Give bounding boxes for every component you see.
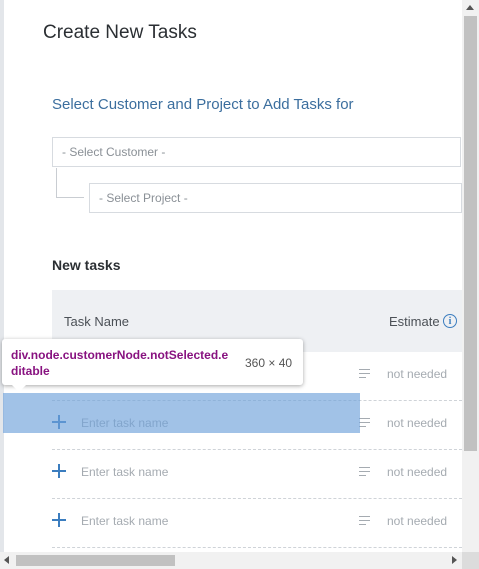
dialog-title: Create New Tasks (43, 22, 197, 43)
vertical-scrollbar[interactable] (462, 0, 479, 552)
estimate-value: not needed (387, 367, 448, 381)
inspector-selector: div.node.customerNode.notSelected.editab… (11, 348, 229, 378)
horizontal-scroll-thumb[interactable] (16, 555, 175, 566)
new-tasks-heading: New tasks (52, 257, 121, 273)
inspector-tooltip: div.node.customerNode.notSelected.editab… (2, 339, 303, 392)
customer-select-label: - Select Customer - (62, 145, 166, 159)
info-icon[interactable]: i (443, 314, 457, 328)
vertical-scroll-thumb[interactable] (464, 16, 477, 451)
column-task-name: Task Name (64, 314, 130, 329)
plus-icon[interactable] (52, 464, 66, 478)
scrollbar-corner (462, 552, 479, 569)
lines-icon[interactable] (359, 516, 370, 525)
lines-icon[interactable] (359, 369, 370, 378)
estimate-value: not needed (387, 514, 448, 528)
task-row: not needed (52, 450, 462, 499)
plus-icon[interactable] (52, 513, 66, 527)
scroll-left-icon[interactable] (4, 556, 9, 564)
scroll-right-icon[interactable] (452, 556, 457, 564)
horizontal-scrollbar[interactable] (0, 552, 479, 569)
create-tasks-dialog: Create New Tasks Select Customer and Pro… (0, 0, 479, 569)
inspector-highlight (3, 393, 360, 433)
scroll-up-icon[interactable] (466, 5, 474, 10)
estimate-value: not needed (387, 465, 448, 479)
inspector-dimensions: 360 × 40 (245, 356, 293, 370)
task-row: not needed (52, 499, 462, 548)
task-name-input[interactable] (81, 465, 331, 479)
customer-select[interactable]: - Select Customer - (52, 137, 461, 167)
lines-icon[interactable] (359, 467, 370, 476)
project-select[interactable]: - Select Project - (89, 183, 462, 213)
tree-connector (56, 168, 84, 198)
project-select-label: - Select Project - (99, 191, 188, 205)
page-edge (0, 0, 4, 552)
column-estimate: Estimate (389, 314, 440, 329)
task-name-input[interactable] (81, 514, 331, 528)
estimate-value: not needed (387, 416, 448, 430)
dialog-subtitle: Select Customer and Project to Add Tasks… (52, 96, 354, 113)
lines-icon[interactable] (359, 418, 370, 427)
